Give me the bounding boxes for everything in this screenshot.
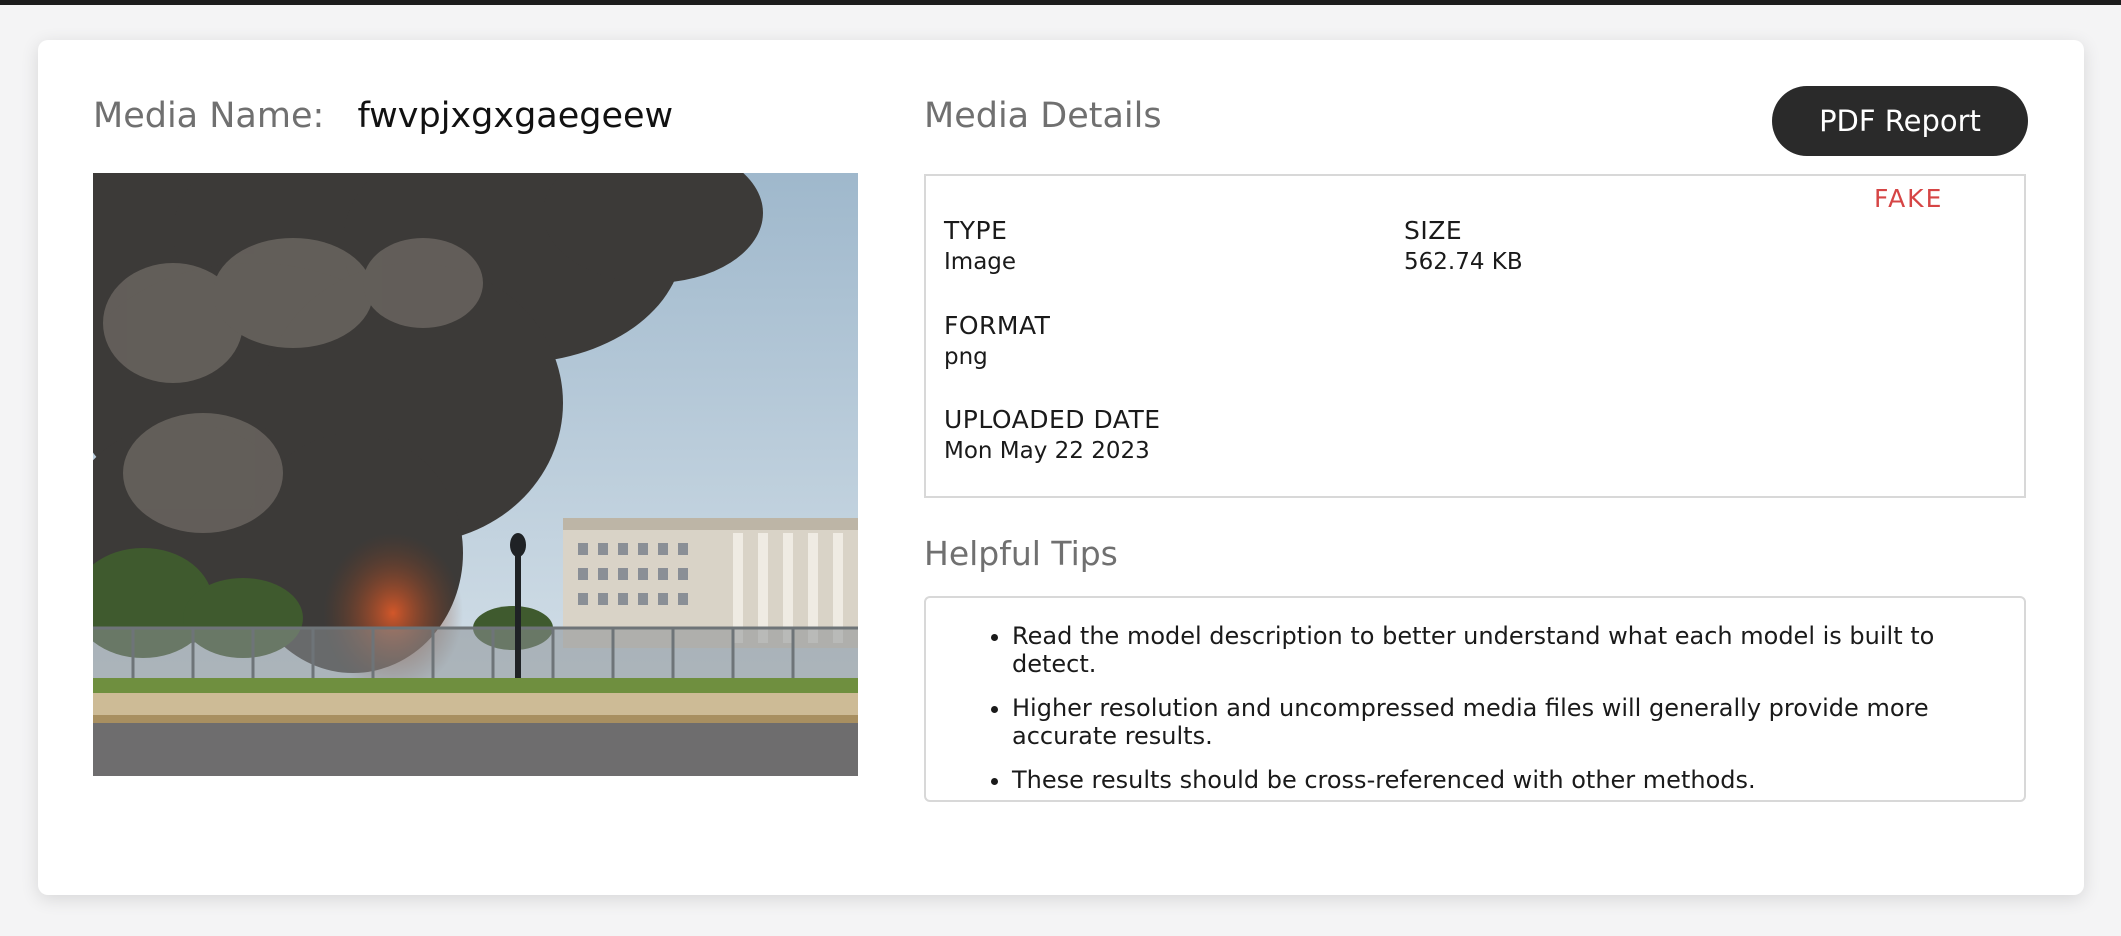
size-field: SIZE 562.74 KB xyxy=(1404,216,1523,275)
media-name-row: Media Name: fwvpjxgxgaegeew xyxy=(93,96,673,136)
tip-item: These results should be cross-referenced… xyxy=(1012,766,2010,794)
tip-item: Higher resolution and uncompressed media… xyxy=(1012,694,2010,750)
format-label: FORMAT xyxy=(944,311,1051,340)
media-result-card: Media Name: fwvpjxgxgaegeew Media Detail… xyxy=(38,40,2084,895)
top-bar xyxy=(0,0,2121,5)
media-preview-image xyxy=(93,173,858,776)
type-field: TYPE Image xyxy=(944,216,1016,275)
verdict-badge: FAKE xyxy=(1874,184,1944,213)
type-label: TYPE xyxy=(944,216,1008,245)
uploaded-date-value: Mon May 22 2023 xyxy=(944,438,1150,464)
tips-list: Read the model description to better und… xyxy=(926,598,2024,794)
helpful-tips-box: Read the model description to better und… xyxy=(924,596,2026,802)
uploaded-date-field: UPLOADED DATE Mon May 22 2023 xyxy=(944,405,1161,464)
media-name-value: fwvpjxgxgaegeew xyxy=(357,96,674,136)
media-details-box: FAKE TYPE Image SIZE 562.74 KB FORMAT pn… xyxy=(924,174,2026,498)
format-value: png xyxy=(944,344,988,370)
type-value: Image xyxy=(944,249,1017,275)
tip-item: Read the model description to better und… xyxy=(1012,622,2010,678)
media-name-label: Media Name: xyxy=(93,96,325,136)
uploaded-date-label: UPLOADED DATE xyxy=(944,405,1161,434)
format-field: FORMAT png xyxy=(944,311,1050,370)
pdf-report-button[interactable]: PDF Report xyxy=(1772,86,2028,156)
size-value: 562.74 KB xyxy=(1404,249,1523,275)
helpful-tips-title: Helpful Tips xyxy=(924,534,1118,573)
size-label: SIZE xyxy=(1404,216,1463,245)
media-details-title: Media Details xyxy=(924,96,1162,136)
